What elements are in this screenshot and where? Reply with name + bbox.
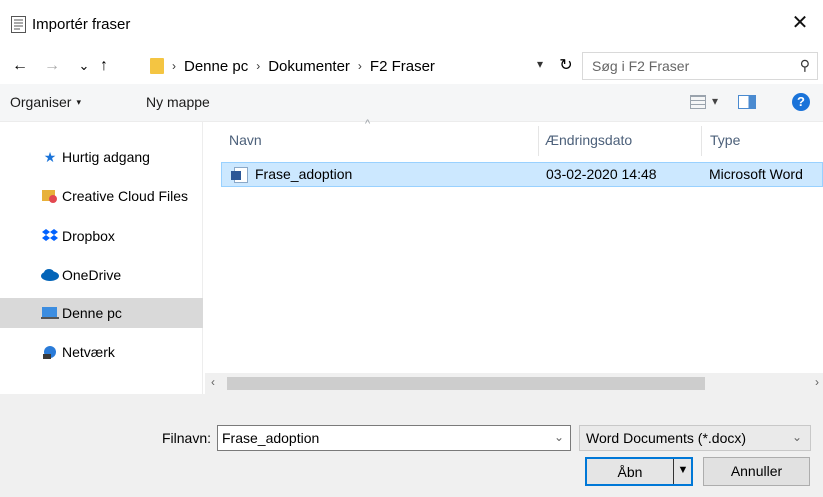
- open-button-label: Åbn: [617, 464, 643, 480]
- chevron-down-icon[interactable]: ⌄: [554, 430, 564, 444]
- horizontal-scrollbar[interactable]: ‹ ›: [205, 373, 823, 394]
- filename-label: Filnavn:: [162, 430, 212, 446]
- sidebar-item-dropbox[interactable]: Dropbox: [0, 221, 203, 251]
- sidebar-item-network[interactable]: Netværk: [0, 337, 203, 367]
- sidebar-item-this-pc[interactable]: Denne pc: [0, 298, 203, 328]
- folder-icon: [150, 58, 164, 74]
- column-header-name[interactable]: Navn: [229, 132, 262, 148]
- filename-value[interactable]: Frase_adoption: [222, 430, 319, 446]
- open-button[interactable]: Åbn ▼: [585, 457, 693, 486]
- filetype-value: Word Documents (*.docx): [586, 430, 747, 446]
- onedrive-cloud-icon: [41, 267, 59, 283]
- sidebar-item-label: Creative Cloud Files: [62, 188, 189, 204]
- sidebar-item-quick-access[interactable]: ★ Hurtig adgang: [0, 142, 203, 172]
- column-divider[interactable]: [538, 126, 539, 156]
- back-arrow-icon[interactable]: ←: [8, 54, 32, 78]
- search-box[interactable]: Søg i F2 Fraser ⚲: [582, 52, 818, 80]
- word-document-icon: [231, 167, 248, 183]
- sidebar-item-label: Hurtig adgang: [62, 149, 150, 165]
- column-header-type[interactable]: Type: [710, 132, 740, 148]
- sidebar-item-onedrive[interactable]: OneDrive: [0, 260, 203, 290]
- creative-cloud-folder-icon: [41, 188, 59, 204]
- preview-pane-icon[interactable]: [738, 95, 756, 109]
- up-arrow-icon[interactable]: ↑: [92, 54, 116, 78]
- breadcrumb-separator: ›: [172, 59, 176, 73]
- search-input[interactable]: Søg i F2 Fraser: [592, 58, 689, 74]
- filename-field[interactable]: Frase_adoption ⌄: [217, 425, 571, 451]
- chevron-down-icon: ▾: [76, 97, 81, 107]
- document-icon: [11, 16, 26, 33]
- star-icon: ★: [43, 148, 57, 165]
- column-divider[interactable]: [701, 126, 702, 156]
- column-header-date[interactable]: Ændringsdato: [545, 132, 632, 148]
- dropbox-icon: [41, 228, 59, 244]
- scrollbar-thumb[interactable]: [227, 377, 705, 390]
- scroll-right-icon[interactable]: ›: [815, 375, 819, 389]
- sort-ascending-icon: ^: [365, 118, 371, 130]
- view-options-icon[interactable]: [690, 95, 706, 109]
- filetype-select[interactable]: Word Documents (*.docx) ⌄: [579, 425, 811, 451]
- command-toolbar: Organiser ▾ Ny mappe ▾ ?: [0, 84, 823, 122]
- refresh-icon[interactable]: ↻: [554, 54, 578, 78]
- sidebar-item-creative-cloud[interactable]: Creative Cloud Files: [0, 181, 203, 211]
- dialog-footer: Filnavn: Frase_adoption ⌄ Word Documents…: [0, 394, 823, 497]
- sidebar-item-label: Denne pc: [62, 305, 122, 321]
- split-divider: [673, 459, 674, 484]
- breadcrumb-separator: ›: [256, 59, 261, 73]
- breadcrumb-item[interactable]: F2 Fraser: [370, 58, 435, 75]
- sidebar-item-label: Netværk: [62, 344, 115, 360]
- file-type: Microsoft Word: [709, 166, 803, 182]
- file-modified-date: 03-02-2020 14:48: [546, 166, 657, 182]
- dropdown-arrow-icon[interactable]: ▼: [675, 464, 691, 476]
- title-bar: Importér fraser ✕: [0, 0, 823, 48]
- chevron-down-icon[interactable]: ▾: [537, 57, 543, 71]
- address-bar[interactable]: › Denne pc › Dokumenter › F2 Fraser ▾: [143, 52, 550, 80]
- column-header-label: Navn: [229, 132, 262, 148]
- chevron-down-icon[interactable]: ▾: [712, 94, 718, 108]
- new-folder-button[interactable]: Ny mappe: [146, 94, 210, 110]
- navigation-bar: ← → ⌄ ↑ › Denne pc › Dokumenter › F2 Fra…: [0, 48, 823, 84]
- navigation-pane: ★ Hurtig adgang Creative Cloud Files Dro…: [0, 122, 203, 394]
- organize-button[interactable]: Organiser ▾: [10, 94, 81, 110]
- scroll-left-icon[interactable]: ‹: [211, 375, 215, 389]
- network-icon: [41, 344, 59, 360]
- chevron-down-icon[interactable]: ⌄: [792, 430, 802, 444]
- breadcrumb-item[interactable]: Denne pc: [184, 58, 248, 75]
- forward-arrow-icon[interactable]: →: [40, 54, 64, 78]
- breadcrumb-separator: ›: [357, 59, 362, 73]
- organize-label: Organiser: [10, 94, 72, 110]
- table-row[interactable]: Frase_adoption 03-02-2020 14:48 Microsof…: [221, 162, 823, 187]
- breadcrumb-item[interactable]: Dokumenter: [268, 58, 350, 75]
- window-title: Importér fraser: [32, 16, 131, 33]
- computer-icon: [41, 305, 59, 321]
- search-icon[interactable]: ⚲: [800, 57, 810, 74]
- file-list: Navn ^ Ændringsdato Type Frase_adoption …: [205, 118, 823, 373]
- cancel-button[interactable]: Annuller: [703, 457, 810, 486]
- help-icon[interactable]: ?: [792, 93, 810, 111]
- file-name: Frase_adoption: [255, 166, 353, 182]
- sidebar-item-label: Dropbox: [62, 228, 115, 244]
- sidebar-item-label: OneDrive: [62, 267, 122, 283]
- close-icon[interactable]: ✕: [785, 8, 815, 38]
